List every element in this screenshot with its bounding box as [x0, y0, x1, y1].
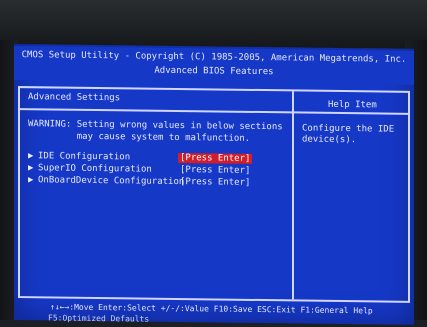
warning-line-2: may cause system to malfunction.: [28, 131, 251, 144]
key-legend: ↑↓←→:Move Enter:Select +/-/:Value F10:Sa…: [18, 302, 410, 323]
warning-message: WARNING: Setting wrong values in below s…: [28, 118, 283, 145]
vertical-divider: [292, 91, 294, 300]
submenu-arrow-icon: ▶: [28, 163, 34, 174]
submenu-arrow-icon: ▶: [28, 151, 34, 162]
help-text: Configure the IDE device(s).: [302, 124, 394, 147]
help-divider: [294, 111, 408, 115]
help-line-2: device(s).: [302, 134, 357, 146]
section-divider: [20, 108, 292, 114]
section-title: Advanced Settings: [28, 92, 121, 104]
help-title: Help Item: [328, 99, 377, 111]
menu-item-value[interactable]: [Press Enter]: [178, 177, 252, 188]
menu-item-label: IDE Configuration: [38, 151, 131, 163]
submenu-arrow-icon: ▶: [28, 175, 34, 186]
menu-item-label: SuperIO Configuration: [38, 163, 152, 175]
title-bar: CMOS Setup Utility - Copyright (C) 1985-…: [14, 46, 414, 85]
bios-screen: CMOS Setup Utility - Copyright (C) 1985-…: [14, 44, 414, 325]
page-title: Advanced BIOS Features: [154, 65, 274, 78]
menu-item-label: OnBoardDevice Configuration: [38, 175, 185, 188]
utility-title: CMOS Setup Utility - Copyright (C) 1985-…: [21, 50, 407, 65]
settings-menu: ▶ IDE Configuration [Press Enter] ▶ Supe…: [28, 150, 253, 189]
menu-item-onboarddevice-configuration[interactable]: ▶ OnBoardDevice Configuration [Press Ent…: [28, 174, 252, 189]
monitor-bezel-top: [0, 0, 427, 48]
settings-frame: Advanced Settings Help Item WARNING: Set…: [18, 86, 410, 303]
key-legend-line-2: F5:Optimized Defaults: [48, 313, 150, 324]
menu-item-value[interactable]: [Press Enter]: [178, 165, 252, 176]
menu-item-value[interactable]: [Press Enter]: [178, 153, 253, 164]
